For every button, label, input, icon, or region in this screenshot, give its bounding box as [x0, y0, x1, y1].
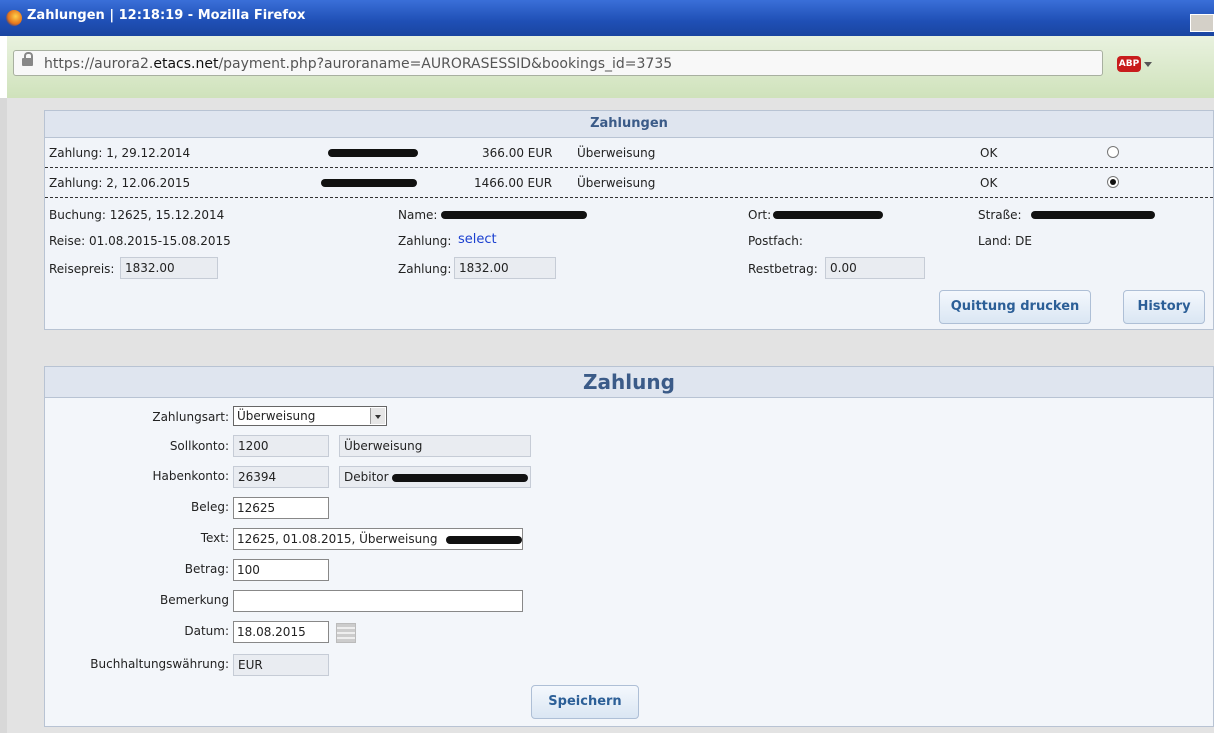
save-button[interactable]: Speichern [531, 685, 639, 719]
sollkonto-label: Sollkonto: [169, 439, 229, 453]
zahlung-sum-label: Zahlung: [398, 262, 452, 276]
adblock-menu-arrow-icon[interactable] [1144, 62, 1152, 67]
habenkonto-field: 26394 [233, 466, 329, 488]
zahlungsart-label: Zahlungsart: [152, 410, 229, 424]
redacted-debtor [392, 474, 528, 482]
firefox-icon [6, 10, 22, 26]
url-host: etacs.net [153, 56, 219, 72]
minimize-button[interactable] [1190, 14, 1214, 32]
print-receipt-button[interactable]: Quittung drucken [939, 290, 1091, 324]
url-field[interactable]: https://aurora2.etacs.net/payment.php?au… [13, 50, 1103, 76]
payment-row-status: OK [980, 146, 998, 160]
zahlungsart-select[interactable]: Überweisung [233, 406, 387, 426]
reisepreis-label: Reisepreis: [49, 262, 115, 276]
habenkonto-text-field: Debitor [339, 466, 531, 488]
redacted-street [1031, 211, 1155, 219]
adblock-icon[interactable]: ABP [1117, 56, 1141, 72]
history-button[interactable]: History [1123, 290, 1205, 324]
redacted-name [328, 149, 418, 157]
restbetrag-label: Restbetrag: [748, 262, 818, 276]
payment-row-amount: 1466.00 EUR [474, 176, 553, 190]
waehrung-label: Buchhaltungswährung: [90, 657, 229, 671]
payment-row-amount: 366.00 EUR [482, 146, 553, 160]
payment-form-panel: Zahlung Zahlungsart: Überweisung Sollkon… [44, 366, 1214, 727]
beleg-input[interactable]: 12625 [233, 497, 329, 519]
payment-row-label: Zahlung: 1, 29.12.2014 [49, 146, 191, 160]
payment-row-method: Überweisung [577, 146, 656, 160]
strasse-label: Straße: [978, 208, 1022, 222]
text-label: Text: [200, 531, 229, 545]
datum-input[interactable]: 18.08.2015 [233, 621, 329, 643]
navigation-bar: https://aurora2.etacs.net/payment.php?au… [7, 36, 1214, 98]
redacted-name [446, 536, 522, 544]
payment-row-label: Zahlung: 2, 12.06.2015 [49, 176, 191, 190]
travel-dates: Reise: 01.08.2015-15.08.2015 [49, 234, 231, 248]
booking-info: Buchung: 12625, 15.12.2014 [49, 208, 225, 222]
url-prefix: https://aurora2. [44, 56, 154, 72]
chevron-down-icon[interactable] [370, 408, 385, 424]
sollkonto-field: 1200 [233, 435, 329, 457]
zahlung-label: Zahlung: [398, 234, 452, 248]
window-left-border [0, 98, 7, 733]
zahlung-sum-field: 1832.00 [454, 257, 556, 279]
ort-label: Ort: [748, 208, 772, 222]
datum-label: Datum: [184, 624, 229, 638]
reisepreis-field: 1832.00 [120, 257, 218, 279]
zahlungsart-value: Überweisung [237, 409, 316, 423]
habenkonto-text: Debitor [344, 470, 389, 484]
payment-row-method: Überweisung [577, 176, 656, 190]
payment-row[interactable]: Zahlung: 2, 12.06.2015 1466.00 EUR Überw… [45, 168, 1213, 198]
bemerkung-input[interactable] [233, 590, 523, 612]
redacted-city [773, 211, 883, 219]
betrag-input[interactable]: 100 [233, 559, 329, 581]
bemerkung-label: Bemerkung [159, 593, 229, 607]
name-label: Name: [398, 208, 438, 222]
payment-row-radio-selected[interactable] [1107, 176, 1119, 188]
lock-icon [22, 52, 33, 67]
beleg-label: Beleg: [191, 500, 229, 514]
land-info: Land: DE [978, 234, 1032, 248]
payments-panel-title: Zahlungen [45, 111, 1213, 138]
redacted-name [441, 211, 587, 219]
postfach-label: Postfach: [748, 234, 803, 248]
text-input[interactable]: 12625, 01.08.2015, Überweisung [233, 528, 523, 550]
payment-row[interactable]: Zahlung: 1, 29.12.2014 366.00 EUR Überwe… [45, 138, 1213, 168]
waehrung-field: EUR [233, 654, 329, 676]
sollkonto-text-field: Überweisung [339, 435, 531, 457]
window-titlebar: Zahlungen | 12:18:19 - Mozilla Firefox [0, 0, 1214, 36]
calendar-icon[interactable] [336, 623, 356, 643]
url-path: /payment.php?auroraname=AURORASESSID&boo… [218, 56, 673, 72]
redacted-name [321, 179, 417, 187]
restbetrag-field: 0.00 [825, 257, 925, 279]
betrag-label: Betrag: [184, 562, 229, 576]
payment-row-status: OK [980, 176, 998, 190]
payment-form-title: Zahlung [45, 367, 1213, 398]
text-input-value: 12625, 01.08.2015, Überweisung [237, 532, 438, 546]
payments-panel: Zahlungen Zahlung: 1, 29.12.2014 366.00 … [44, 110, 1214, 330]
window-title: Zahlungen | 12:18:19 - Mozilla Firefox [27, 8, 306, 23]
habenkonto-label: Habenkonto: [152, 469, 229, 483]
zahlung-select-link[interactable]: select [458, 232, 497, 247]
payment-row-radio[interactable] [1107, 146, 1119, 158]
